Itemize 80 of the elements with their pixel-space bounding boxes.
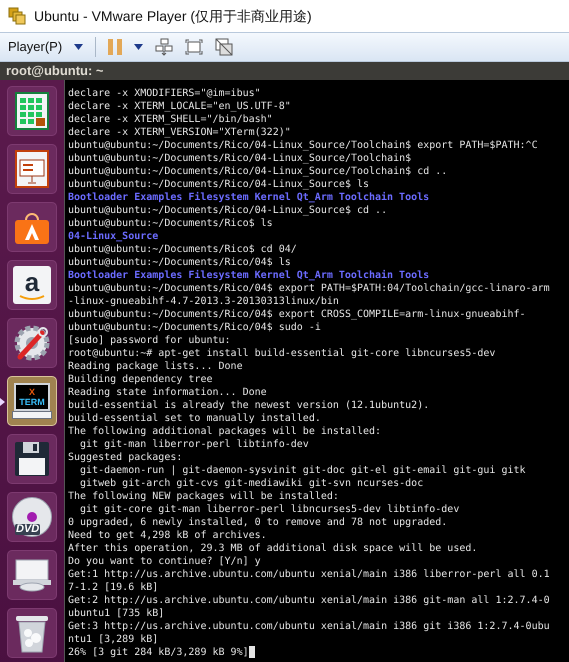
directory-name: Kernel	[254, 269, 291, 282]
terminal-line: [sudo] password for ubuntu:	[68, 334, 231, 347]
terminal-line: 0 upgraded, 6 newly installed, 0 to remove and 78 not upgraded.	[68, 516, 448, 529]
terminal-line: ubuntu@ubuntu:~/Documents/Rico$ cd 04/	[68, 243, 297, 256]
directory-name: Tools	[399, 269, 430, 282]
terminal-line: Get:2 http://us.archive.ubuntu.com/ubuntu xenial/main i386 git-man all 1:2.7.4-0	[68, 594, 550, 607]
disc-drive-icon	[12, 558, 52, 592]
launcher-item[interactable]	[7, 550, 57, 600]
terminal-line: ubuntu1 [735 kB]	[68, 607, 164, 620]
launcher-item[interactable]	[7, 434, 57, 484]
terminal-line: ubuntu@ubuntu:~/Documents/Rico/04-Linux_Source/Toolchain$	[68, 152, 412, 165]
terminal-line: Suggested packages:	[68, 451, 182, 464]
amazon-icon: a	[13, 266, 51, 304]
terminal-line: Do you want to continue? [Y/n] y	[68, 555, 261, 568]
player-menu[interactable]: Player(P)	[8, 37, 62, 57]
terminal-line: ubuntu@ubuntu:~/Documents/Rico/04-Linux_Source/Toolchain$ export PATH=$PATH:^C	[68, 139, 538, 152]
directory-name: 04-Linux_Source	[68, 230, 158, 243]
fullscreen-icon[interactable]	[185, 39, 204, 55]
terminal-line: declare -x XMODIFIERS="@im=ibus"	[68, 87, 261, 100]
terminal-line: Building dependency tree	[68, 373, 212, 386]
directory-name: Filesystem	[188, 191, 249, 204]
directory-name: Toolchain	[338, 269, 394, 282]
directory-name: Bootloader	[68, 269, 128, 282]
caret-icon[interactable]	[134, 44, 144, 50]
terminal-line: git git-core git-man liberror-perl libncurses5-dev libtinfo-dev	[79, 503, 460, 516]
terminal-line: ubuntu@ubuntu:~/Documents/Rico/04-Linux_Source/Toolchain$ cd ..	[68, 165, 448, 178]
terminal-line: declare -x XTERM_VERSION="XTerm(322)"	[68, 126, 291, 139]
terminal-line: Need to get 4,298 kB of archives.	[68, 529, 267, 542]
terminal-line: git git-man liberror-perl libtinfo-dev	[79, 438, 309, 451]
launcher-item[interactable]	[7, 86, 57, 136]
terminal-line: 26% [3 git 284 kB/3,289 kB 9%]	[68, 646, 249, 659]
trash-icon	[15, 613, 49, 653]
terminal-line: root@ubuntu:~# apt-get install build-essential git-core libncurses5-dev	[68, 347, 496, 360]
send-keys-icon[interactable]	[155, 38, 174, 56]
terminal-line: After this operation, 29.3 MB of additional disk space will be used.	[68, 542, 478, 555]
terminal-line: declare -x XTERM_LOCALE="en_US.UTF-8"	[68, 100, 291, 113]
terminal-line: gitweb git-arch git-cvs git-mediawiki git-svn ncurses-doc	[79, 477, 424, 490]
caret-icon[interactable]	[74, 44, 84, 50]
gear-wrench-icon	[12, 323, 52, 363]
directory-name: Filesystem	[188, 269, 249, 282]
directory-name: Bootloader	[68, 191, 128, 204]
terminal-line: ubuntu@ubuntu:~/Documents/Rico/04$ sudo -i	[68, 321, 321, 334]
vmware-logo-icon	[8, 7, 26, 25]
terminal-line: ubuntu@ubuntu:~/Documents/Rico$ ls	[68, 217, 273, 230]
terminal-line: ubuntu@ubuntu:~/Documents/Rico/04$ export PATH=$PATH:04/Toolchain/gcc-linaro-arm	[68, 282, 550, 295]
directory-name: Qt_Arm	[296, 191, 333, 204]
directory-name: Kernel	[254, 191, 291, 204]
terminal-line: ubuntu@ubuntu:~/Documents/Rico/04$ ls	[68, 256, 291, 269]
terminal-line: ntu1 [3,289 kB]	[68, 633, 158, 646]
window-title: root@ubuntu: ~	[6, 62, 104, 80]
directory-name: Tools	[399, 191, 430, 204]
unity-mode-icon[interactable]	[215, 38, 234, 56]
spreadsheet-icon	[15, 92, 49, 130]
directory-name: Examples	[134, 269, 182, 282]
presentation-icon	[15, 150, 49, 188]
launcher-item[interactable]	[7, 144, 57, 194]
terminal-line: 7-1.2 [19.6 kB]	[68, 581, 158, 594]
terminal-line: ubuntu@ubuntu:~/Documents/Rico/04$ export CROSS_COMPILE=arm-linux-gnueabihf-	[68, 308, 526, 321]
launcher-item[interactable]	[7, 202, 57, 252]
terminal-line: -linux-gnueabihf-4.7-2013.3-20130313linux/bin	[68, 295, 339, 308]
terminal-line: ubuntu@ubuntu:~/Documents/Rico/04-Linux_Source$ ls	[68, 178, 370, 191]
terminal-line: declare -x XTERM_SHELL="/bin/bash"	[68, 113, 273, 126]
terminal-line: git-daemon-run | git-daemon-sysvinit git-doc git-el git-email git-gui gitk	[79, 464, 526, 477]
terminal-line: Reading state information... Done	[68, 386, 267, 399]
terminal-line: ubuntu@ubuntu:~/Documents/Rico/04-Linux_Source$ cd ..	[68, 204, 388, 217]
window-title: Ubuntu - VMware Player (仅用于非商业用途)	[34, 6, 312, 26]
terminal-line: Get:3 http://us.archive.ubuntu.com/ubuntu xenial/main i386 git i386 1:2.7.4-0ubu	[68, 620, 550, 633]
terminal-line: Get:1 http://us.archive.ubuntu.com/ubuntu xenial/main i386 liberror-perl all 0.1	[68, 568, 550, 581]
launcher-item[interactable]	[7, 318, 57, 368]
directory-name: Qt_Arm	[296, 269, 333, 282]
terminal-line: build-essential is already the newest version (12.1ubuntu2).	[68, 399, 430, 412]
launcher-item[interactable]: a	[7, 260, 57, 310]
directory-name: Examples	[134, 191, 182, 204]
terminal-line: Reading package lists... Done	[68, 360, 243, 373]
directory-name: Toolchain	[338, 191, 394, 204]
terminal-line: build-essential set to manually installed.	[68, 412, 321, 425]
launcher-item[interactable]	[7, 608, 57, 658]
launcher-item[interactable]: X TERM	[7, 376, 57, 426]
terminal-line: The following additional packages will be installed:	[68, 425, 382, 438]
terminal-line: The following NEW packages will be installed:	[68, 490, 339, 503]
